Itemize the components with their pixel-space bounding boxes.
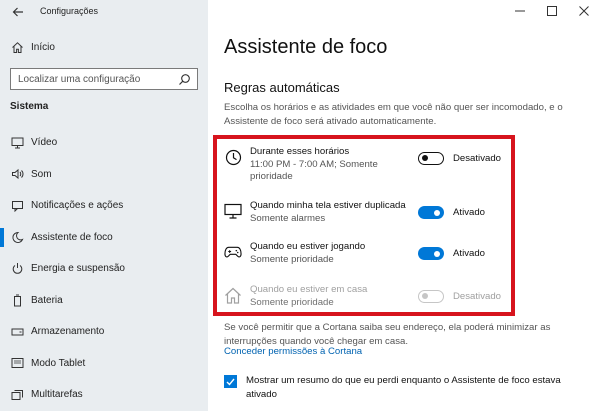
sidebar-item-label: Assistente de foco — [31, 231, 113, 243]
rule-subtitle: 11:00 PM - 7:00 AM; Somente prioridade — [250, 159, 378, 182]
toggle-knob — [434, 209, 440, 216]
toggle-state: Ativado — [453, 248, 485, 259]
monitor-icon — [10, 136, 24, 150]
clock-icon — [224, 148, 242, 166]
sidebar-item-label: Modo Tablet — [31, 357, 86, 369]
summary-checkbox[interactable] — [224, 375, 237, 388]
sidebar-item-video[interactable]: Vídeo — [0, 127, 208, 159]
tablet-icon — [10, 356, 24, 370]
sidebar-item-sound[interactable]: Som — [0, 159, 208, 191]
home-icon — [10, 40, 24, 54]
minimize-icon — [515, 10, 525, 12]
rule-duplicate-display[interactable]: Quando minha tela estiver duplicada Some… — [224, 200, 504, 236]
notification-icon — [10, 199, 24, 213]
moon-icon — [10, 230, 24, 244]
section-title: Regras automáticas — [224, 80, 340, 95]
sidebar-item-label: Notificações e ações — [31, 200, 124, 212]
sidebar-item-storage[interactable]: Armazenamento — [0, 316, 208, 348]
sidebar-item-label: Som — [31, 168, 52, 180]
sidebar: Configurações Início Localizar uma confi… — [0, 0, 208, 411]
toggle-state: Ativado — [453, 207, 485, 218]
rule-at-home: Quando eu estiver em casa Somente priori… — [224, 284, 504, 320]
monitor-icon — [224, 202, 242, 220]
search-placeholder: Localizar uma configuração — [18, 74, 141, 85]
rule-subtitle: Somente prioridade — [250, 254, 334, 265]
multitask-icon — [10, 388, 24, 402]
minimize-button[interactable] — [504, 0, 536, 22]
sidebar-item-label: Armazenamento — [31, 326, 105, 338]
toggle-switch[interactable] — [418, 206, 444, 219]
toggle-knob — [422, 155, 428, 161]
main-panel: Assistente de foco Regras automáticas Es… — [208, 0, 600, 411]
toggle-switch[interactable] — [418, 152, 444, 165]
toggle-state: Desativado — [453, 291, 501, 302]
rule-during-hours[interactable]: Durante esses horários 11:00 PM - 7:00 A… — [224, 146, 504, 182]
toggle-state: Desativado — [453, 153, 501, 164]
sidebar-item-multitasking[interactable]: Multitarefas — [0, 379, 208, 411]
close-button[interactable] — [568, 0, 600, 22]
gamepad-icon — [224, 243, 242, 261]
sidebar-item-focus-assist[interactable]: Assistente de foco — [0, 222, 208, 254]
titlebar-left: Configurações — [0, 0, 208, 24]
sidebar-item-label: Início — [31, 41, 55, 53]
maximize-button[interactable] — [536, 0, 568, 22]
window-controls — [504, 0, 600, 24]
rule-title: Quando minha tela estiver duplicada — [250, 200, 406, 211]
rule-gaming[interactable]: Quando eu estiver jogando Somente priori… — [224, 241, 504, 277]
power-icon — [10, 262, 24, 276]
rule-subtitle: Somente prioridade — [250, 297, 334, 308]
toggle-switch — [418, 290, 444, 303]
app-title: Configurações — [40, 6, 99, 16]
rule-title: Quando eu estiver jogando — [250, 241, 366, 252]
page-title: Assistente de foco — [224, 36, 388, 58]
speaker-icon — [10, 167, 24, 181]
sidebar-item-battery[interactable]: Bateria — [0, 285, 208, 317]
sidebar-item-home[interactable]: Início — [0, 35, 208, 59]
toggle-switch[interactable] — [418, 247, 444, 260]
cortana-note: Se você permitir que a Cortana saiba seu… — [224, 322, 551, 347]
section-heading: Sistema — [10, 101, 49, 112]
maximize-icon — [547, 6, 557, 16]
sidebar-item-label: Energia e suspensão — [31, 263, 125, 275]
close-icon — [579, 6, 589, 16]
sidebar-item-tablet-mode[interactable]: Modo Tablet — [0, 348, 208, 380]
checkmark-icon — [226, 378, 235, 386]
sidebar-item-label: Bateria — [31, 294, 63, 306]
rule-title: Quando eu estiver em casa — [250, 284, 368, 295]
rule-subtitle: Somente alarmes — [250, 213, 326, 224]
rule-title: Durante esses horários — [250, 146, 350, 157]
search-input[interactable]: Localizar uma configuração — [10, 68, 198, 90]
sidebar-item-notifications[interactable]: Notificações e ações — [0, 190, 208, 222]
sidebar-nav: Vídeo Som Notificações e ações Assistent… — [0, 127, 208, 411]
battery-icon — [10, 293, 24, 307]
storage-icon — [10, 325, 24, 339]
summary-checkbox-label: Mostrar um resumo do que eu perdi enquan… — [246, 375, 561, 400]
cortana-permissions-link[interactable]: Conceder permissões à Cortana — [224, 346, 362, 357]
sidebar-item-label: Vídeo — [31, 137, 58, 149]
back-button[interactable] — [8, 3, 28, 21]
toggle-knob — [422, 293, 428, 299]
section-description: Escolha os horários e as atividades em q… — [224, 102, 563, 127]
sidebar-item-label: Multitarefas — [31, 389, 83, 401]
back-arrow-icon — [12, 7, 23, 17]
home-icon — [224, 286, 242, 304]
toggle-knob — [434, 250, 440, 257]
search-icon — [179, 74, 190, 85]
sidebar-item-power[interactable]: Energia e suspensão — [0, 253, 208, 285]
